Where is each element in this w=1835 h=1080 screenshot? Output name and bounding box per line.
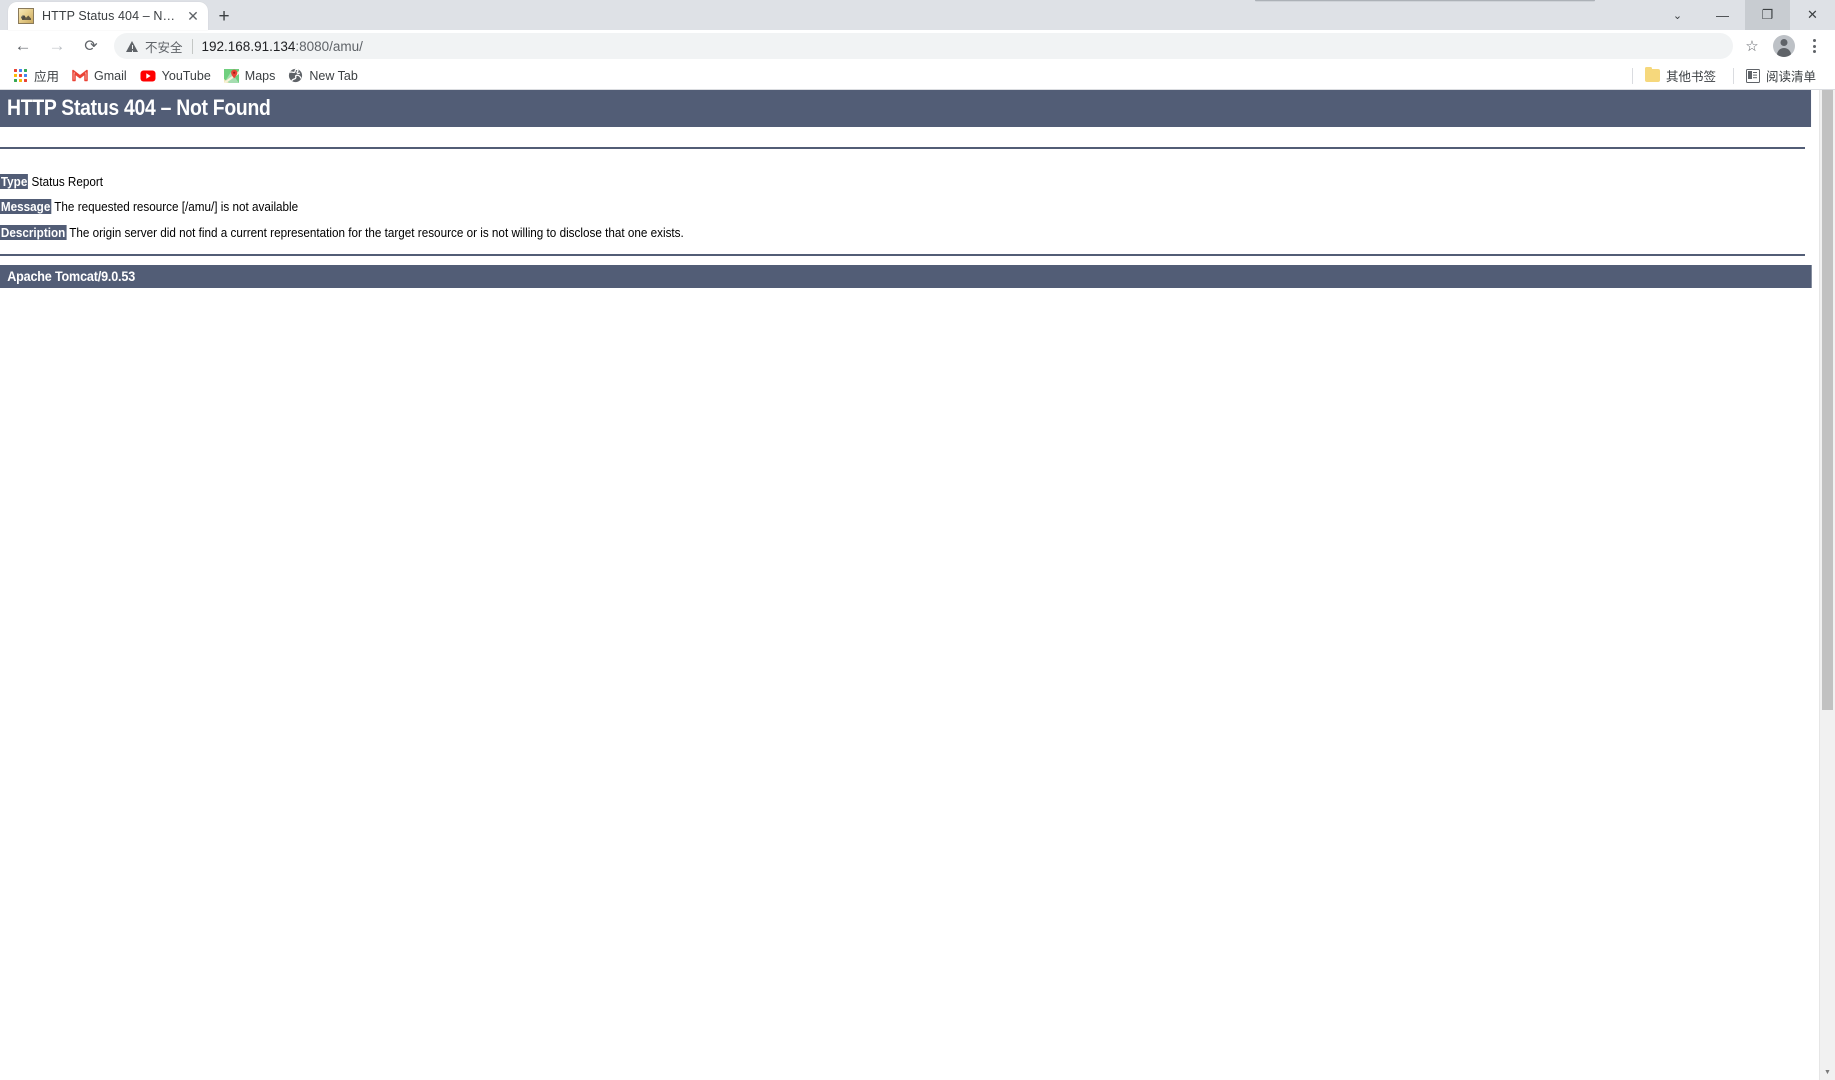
divider <box>1732 67 1734 84</box>
reading-list-label: 阅读清单 <box>1765 70 1816 84</box>
reading-list-icon <box>1745 68 1760 83</box>
restore-button[interactable]: ❐ <box>1745 0 1790 30</box>
detail-row-description: Description The origin server did not fi… <box>0 216 1805 241</box>
omnibox-divider <box>191 38 193 54</box>
back-icon[interactable]: ← <box>8 31 38 61</box>
bookmark-gmail[interactable]: Gmail <box>68 65 134 86</box>
detail-label: Message <box>0 199 52 215</box>
youtube-icon <box>140 70 156 81</box>
window-controls: ⌄ — ❐ ✕ <box>1655 0 1835 30</box>
tab-title: HTTP Status 404 – Not Found <box>42 9 180 23</box>
chevron-down-icon[interactable]: ⌄ <box>1655 0 1700 30</box>
globe-icon <box>289 68 303 83</box>
tab-strip: HTTP Status 404 – Not Found ✕ + ⌄ — ❐ ✕ <box>0 0 1835 30</box>
scrollbar-thumb[interactable] <box>1822 90 1833 710</box>
gmail-icon <box>72 69 88 82</box>
apps-grid-icon <box>14 68 28 83</box>
folder-icon <box>1644 66 1660 82</box>
detail-value: The requested resource [/amu/] is not av… <box>54 199 299 215</box>
bookmark-label: New Tab <box>309 68 358 83</box>
security-status-label: 不安全 <box>145 40 183 55</box>
url-path: :8080/amu/ <box>295 38 363 54</box>
bookmark-new-tab[interactable]: New Tab <box>284 65 364 86</box>
close-icon[interactable]: ✕ <box>184 7 202 25</box>
other-bookmarks-label: 其他书签 <box>1665 70 1716 84</box>
page-title: HTTP Status 404 – Not Found <box>0 90 1812 128</box>
profile-avatar-icon[interactable] <box>1771 33 1797 59</box>
browser-toolbar: ← → ⟳ 不安全 192.168.91.134:8080/amu/ ☆ <box>0 30 1835 62</box>
bookmark-label: YouTube <box>161 68 211 83</box>
bookmark-maps[interactable]: Maps <box>220 65 283 86</box>
detail-value: Status Report <box>31 174 104 190</box>
bookmark-label: Gmail <box>94 68 127 83</box>
reload-icon[interactable]: ⟳ <box>76 31 106 61</box>
page-viewport: HTTP Status 404 – Not Found Type Status … <box>0 90 1835 1080</box>
url-host: 192.168.91.134 <box>201 38 296 54</box>
avatar <box>1773 35 1795 57</box>
warning-triangle-icon <box>126 40 139 53</box>
server-footer: Apache Tomcat/9.0.53 <box>0 264 1813 288</box>
menu-dot <box>1812 39 1816 43</box>
minimize-button[interactable]: — <box>1700 0 1745 30</box>
bookmarks-bar: 应用 Gmail YouTube Maps New Tab 其他书签 阅读清单 <box>0 62 1835 90</box>
bookmark-youtube[interactable]: YouTube <box>136 65 218 86</box>
page-scrollbar[interactable]: ▲ ▼ <box>1819 90 1835 1080</box>
new-tab-button[interactable]: + <box>210 2 238 30</box>
forward-icon[interactable]: → <box>42 31 72 61</box>
menu-dot <box>1812 49 1816 53</box>
other-bookmarks-button[interactable]: 其他书签 <box>1641 65 1723 86</box>
tomcat-cat-icon <box>18 8 34 24</box>
browser-window: HTTP Status 404 – Not Found ✕ + ⌄ — ❐ ✕ … <box>0 0 1835 1080</box>
bookmark-star-icon[interactable]: ☆ <box>1739 33 1765 59</box>
menu-dot <box>1812 44 1816 48</box>
tomcat-error-page: HTTP Status 404 – Not Found Type Status … <box>0 90 1819 1080</box>
tomcat-content: HTTP Status 404 – Not Found Type Status … <box>0 90 1819 288</box>
divider <box>1631 67 1633 84</box>
address-bar[interactable]: 不安全 192.168.91.134:8080/amu/ <box>114 33 1733 59</box>
detail-row-message: Message The requested resource [/amu/] i… <box>0 190 1805 215</box>
bookmark-label: Maps <box>244 68 276 83</box>
url-text: 192.168.91.134:8080/amu/ <box>202 39 363 54</box>
google-maps-icon <box>223 68 239 83</box>
bookmark-label: 应用 <box>34 70 60 84</box>
detail-row-type: Type Status Report <box>0 165 1805 190</box>
close-window-button[interactable]: ✕ <box>1790 0 1835 30</box>
detail-label: Type <box>0 174 29 190</box>
scroll-down-icon[interactable]: ▼ <box>1820 1065 1835 1080</box>
window-seam <box>1255 0 1595 2</box>
tab-http-status-404[interactable]: HTTP Status 404 – Not Found ✕ <box>8 2 208 30</box>
reading-list-button[interactable]: 阅读清单 <box>1742 65 1823 86</box>
three-dot-menu-icon[interactable] <box>1801 33 1827 59</box>
detail-value: The origin server did not find a current… <box>69 224 684 240</box>
detail-label: Description <box>0 224 67 240</box>
bookmarks-bar-right: 其他书签 阅读清单 <box>1624 65 1825 86</box>
bookmark-apps[interactable]: 应用 <box>9 65 66 86</box>
